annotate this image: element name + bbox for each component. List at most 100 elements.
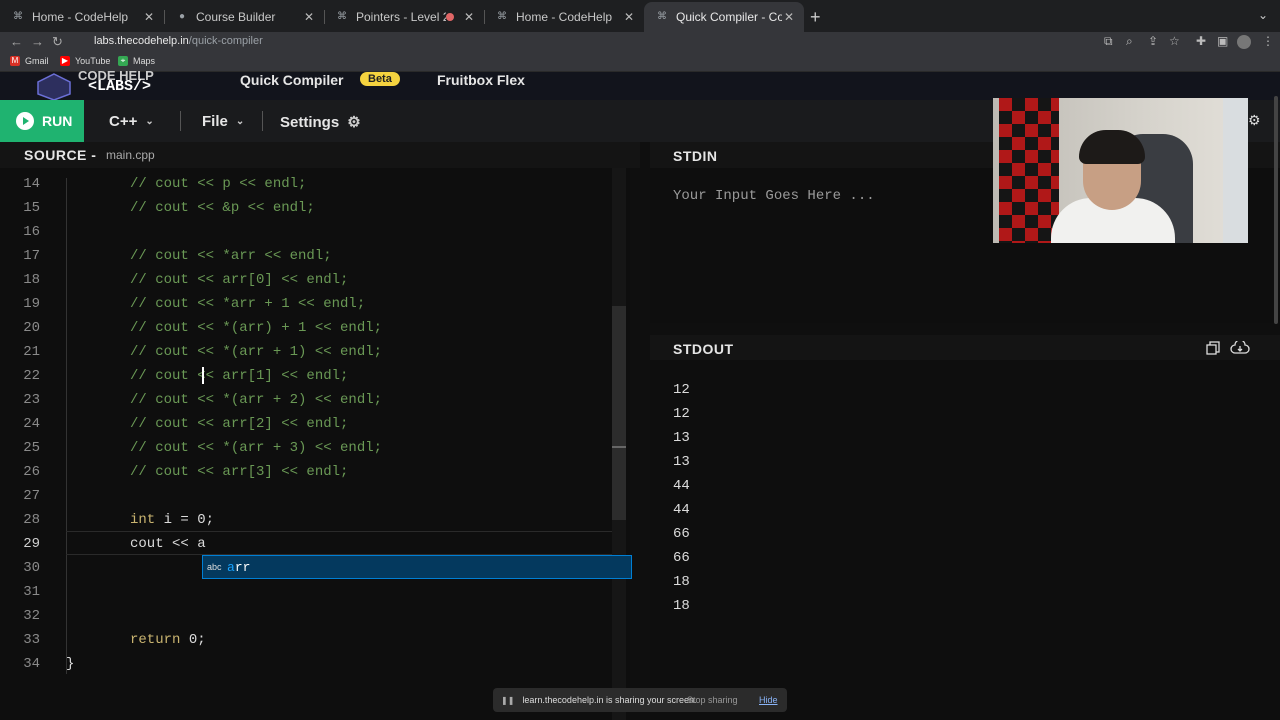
code-editor[interactable]: 14 // cout << p << endl; 15 // cout << &p <… (0, 168, 630, 720)
code-line[interactable]: 19 // cout << *arr + 1 << endl; (0, 292, 620, 316)
file-menu[interactable]: File ⌄ (202, 113, 244, 130)
code-line[interactable]: 18 // cout << arr[0] << endl; (0, 268, 620, 292)
code-line[interactable]: 16 (0, 220, 620, 244)
code-text: int i = 0; (130, 512, 215, 528)
code-line[interactable]: 24 // cout << arr[2] << endl; (0, 412, 620, 436)
code-comment: // cout << *(arr) + 1 << endl; (130, 320, 383, 336)
stdin-title: STDIN (673, 148, 718, 164)
stdout-output: 12 12 13 13 44 44 66 66 18 18 (650, 360, 1280, 720)
language-value: C++ (109, 113, 138, 130)
browser-tab[interactable]: ⌘ Pointers - Level 2 ✕ (324, 4, 484, 30)
run-button[interactable]: RUN (0, 100, 84, 142)
browser-tab-strip: ⌘ Home - CodeHelp ✕ ● Course Builder ✕ ⌘… (0, 0, 1280, 32)
code-comment: // cout << arr[0] << endl; (130, 272, 349, 288)
bookmark-maps[interactable]: ⌖ Maps (118, 56, 155, 66)
code-keyword: return (130, 632, 181, 648)
url-field[interactable]: labs.thecodehelp.in/quick-compiler (94, 35, 263, 47)
toolbar-divider (180, 111, 181, 131)
code-line[interactable]: 22 // cout << arr[1] << endl; (0, 364, 620, 388)
zoom-icon[interactable]: ⌕ (1126, 34, 1133, 49)
profile-avatar[interactable] (1237, 35, 1251, 49)
stdout-line: 13 (673, 430, 690, 446)
logo-emblem-icon (37, 73, 71, 100)
close-tab-icon[interactable]: ✕ (462, 10, 476, 24)
line-number: 23 (23, 392, 40, 408)
code-comment: // cout << *(arr + 1) << endl; (130, 344, 383, 360)
nav-quick-compiler[interactable]: Quick Compiler (240, 72, 343, 88)
tab-search-chevron-icon[interactable]: ⌄ (1258, 8, 1268, 22)
close-tab-icon[interactable]: ✕ (622, 10, 636, 24)
install-app-icon[interactable]: ⧉ (1104, 34, 1113, 49)
play-icon (16, 112, 34, 130)
code-line[interactable]: 28 int i = 0; (0, 508, 620, 532)
browser-tab[interactable]: ⌘ Home - CodeHelp ✕ (0, 4, 164, 30)
copy-icon[interactable] (1206, 341, 1220, 360)
browser-menu-icon[interactable]: ⋮ (1262, 34, 1274, 48)
browser-tab[interactable]: ● Course Builder ✕ (164, 4, 324, 30)
code-line[interactable]: 27 (0, 484, 620, 508)
code-line[interactable]: 33 return 0; (0, 628, 620, 652)
browser-tab[interactable]: ⌘ Home - CodeHelp ✕ (484, 4, 644, 30)
code-text: cout << a (130, 536, 206, 552)
line-number: 28 (23, 512, 40, 528)
code-line[interactable]: 32 (0, 604, 620, 628)
code-line[interactable]: 14 // cout << p << endl; (0, 172, 620, 196)
page-scrollbar[interactable] (1274, 96, 1278, 324)
autocomplete-suggestion[interactable]: abc arr (202, 555, 632, 579)
nav-fruitbox-flex[interactable]: Fruitbox Flex (437, 72, 525, 88)
download-cloud-icon[interactable] (1230, 339, 1250, 360)
stop-sharing-button[interactable]: Stop sharing (687, 695, 738, 705)
share-icon[interactable]: ⇪ (1148, 34, 1158, 48)
url-path: /quick-compiler (188, 35, 263, 47)
code-line[interactable]: 26 // cout << arr[3] << endl; (0, 460, 620, 484)
new-tab-plus-icon[interactable]: + (810, 7, 821, 28)
stdout-line: 66 (673, 526, 690, 542)
side-panel-icon[interactable]: ▣ (1217, 34, 1228, 48)
code-comment: // cout << *arr + 1 << endl; (130, 296, 366, 312)
codehelp-favicon-icon: ⌘ (13, 11, 23, 22)
suggestion-match: a (227, 559, 235, 575)
code-line[interactable]: 25 // cout << *(arr + 3) << endl; (0, 436, 620, 460)
stdin-placeholder: Your Input Goes Here ... (673, 188, 875, 204)
suggestion-rest: rr (234, 559, 251, 575)
stdout-title: STDOUT (673, 341, 734, 357)
line-number: 16 (23, 224, 40, 240)
code-line[interactable]: 31 (0, 580, 620, 604)
back-arrow-icon[interactable]: ← (10, 34, 23, 49)
stdout-line: 12 (673, 382, 690, 398)
code-line[interactable]: 21 // cout << *(arr + 1) << endl; (0, 340, 620, 364)
language-select[interactable]: C++ ⌄ (109, 113, 154, 130)
forward-arrow-icon[interactable]: → (31, 34, 44, 49)
code-line[interactable]: 23 // cout << *(arr + 2) << endl; (0, 388, 620, 412)
code-comment: // cout << arr[3] << endl; (130, 464, 349, 480)
partial-settings-icon[interactable]: ⚙ (1248, 112, 1261, 132)
code-line[interactable]: 29 cout << a (0, 532, 620, 556)
line-number: 17 (23, 248, 40, 264)
hide-banner-link[interactable]: Hide (759, 695, 778, 705)
source-header: SOURCE - main.cpp (0, 142, 640, 168)
close-tab-icon[interactable]: ✕ (782, 10, 796, 24)
code-text: return 0; (130, 632, 206, 648)
settings-button[interactable]: Settings ⚙ (280, 113, 361, 132)
extensions-puzzle-icon[interactable]: ✚ (1196, 34, 1206, 48)
close-tab-icon[interactable]: ✕ (302, 10, 316, 24)
bookmark-star-icon[interactable]: ☆ (1169, 34, 1180, 48)
reload-icon[interactable]: ↻ (52, 34, 63, 50)
code-line[interactable]: 20 // cout << *(arr) + 1 << endl; (0, 316, 620, 340)
webcam-person-hair (1079, 130, 1145, 164)
tab-title: Pointers - Level 2 (356, 10, 446, 24)
browser-tab-active[interactable]: ⌘ Quick Compiler - CodeHelp La ✕ (644, 2, 804, 32)
stdout-header: STDOUT (650, 335, 1280, 360)
source-title: SOURCE - (24, 147, 97, 163)
codehelp-labs-logo[interactable]: CODE HELP <LABS/> (34, 68, 174, 100)
code-line[interactable]: 17 // cout << *arr << endl; (0, 244, 620, 268)
bookmark-gmail[interactable]: M Gmail (10, 56, 49, 66)
share-message: learn.thecodehelp.in is sharing your scr… (522, 695, 697, 705)
close-tab-icon[interactable]: ✕ (142, 10, 156, 24)
codehelp-favicon-icon: ⌘ (337, 11, 347, 22)
line-number: 33 (23, 632, 40, 648)
code-line[interactable]: 34} (0, 652, 620, 676)
bookmark-youtube[interactable]: ▶ YouTube (60, 56, 110, 66)
chevron-down-icon: ⌄ (235, 116, 245, 127)
code-line[interactable]: 15 // cout << &p << endl; (0, 196, 620, 220)
